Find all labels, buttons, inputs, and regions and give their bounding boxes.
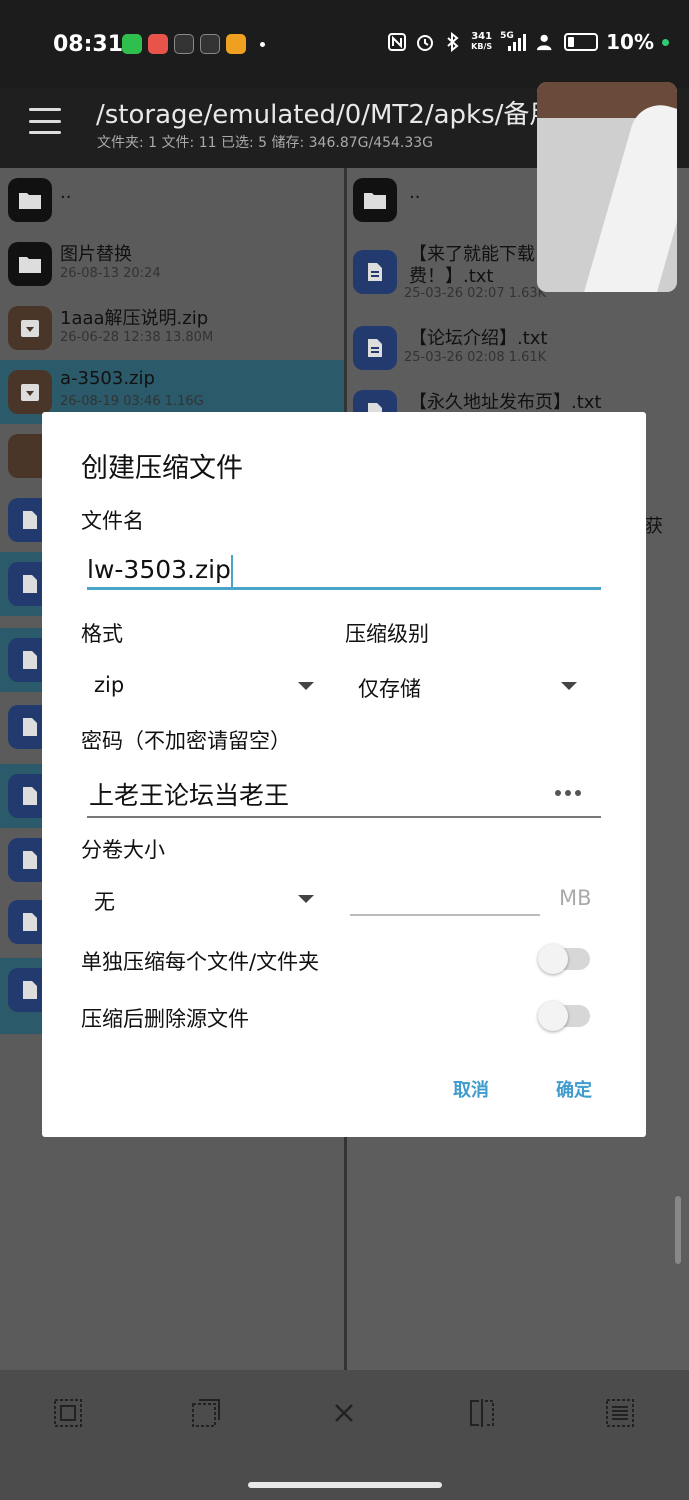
battery-percent: 10%: [606, 30, 654, 54]
format-select[interactable]: zip: [87, 667, 319, 705]
compression-level-value: 仅存储: [358, 677, 421, 701]
chevron-down-icon: [298, 895, 314, 903]
bluetooth-icon: [443, 31, 463, 53]
status-time: 08:31: [53, 32, 124, 57]
folder-icon: [8, 178, 52, 222]
password-value: 上老王论坛当老王: [89, 781, 290, 810]
file-name: ..: [60, 182, 72, 203]
file-name: 图片替换: [60, 244, 132, 265]
list-item[interactable]: 图片替换 26-08-13 20:24: [0, 232, 344, 296]
password-label: 密码（不加密请留空）: [81, 729, 291, 753]
notification-icons: [122, 34, 265, 54]
floating-window[interactable]: [537, 82, 677, 292]
list-select-icon[interactable]: [603, 1396, 637, 1430]
compress-each-toggle[interactable]: [538, 944, 590, 974]
file-meta: 26-06-28 12:38 13.80M: [60, 330, 214, 345]
redaction-mark: [557, 98, 677, 292]
archive-icon: [8, 306, 52, 350]
status-bar: 08:31 341 KB/S 5G 10%: [0, 0, 689, 88]
chevron-down-icon: [298, 682, 314, 690]
file-meta: 26-08-13 20:24: [60, 266, 161, 281]
hotspot-user-icon: [536, 31, 556, 53]
list-item[interactable]: ..: [0, 168, 344, 232]
list-item[interactable]: 【论坛介绍】.txt 25-03-26 02:08 1.61K: [347, 316, 689, 380]
scrollbar[interactable]: [675, 1196, 681, 1264]
system-icons: 341 KB/S 5G 10%: [387, 30, 669, 54]
list-item[interactable]: 1aaa解压说明.zip 26-06-28 12:38 13.80M: [0, 296, 344, 360]
invert-selection-icon[interactable]: [465, 1396, 499, 1430]
split-size-unit: MB: [559, 886, 592, 910]
battery-icon: [564, 33, 599, 51]
network-speed: 341 KB/S: [471, 32, 492, 52]
more-options-icon[interactable]: [555, 790, 581, 796]
file-name-line2: 费！】.txt: [409, 266, 494, 287]
format-label: 格式: [81, 622, 123, 646]
file-name: 【论坛介绍】.txt: [409, 328, 548, 349]
soul-icon: [174, 34, 194, 54]
file-name: ..: [409, 182, 421, 203]
network-speed-value: 341: [471, 31, 493, 42]
cellular-signal-icon: 5G: [500, 31, 528, 53]
wechat-icon: [122, 34, 142, 54]
current-path: /storage/emulated/0/MT2/apks/备用: [96, 100, 556, 130]
document-icon: [353, 250, 397, 294]
compression-level-select[interactable]: 仅存储: [351, 667, 583, 705]
split-size-label: 分卷大小: [81, 838, 165, 862]
file-meta: 25-03-26 02:07 1.63K: [404, 286, 547, 301]
compression-level-label: 压缩级别: [345, 622, 429, 646]
folder-icon: [353, 178, 397, 222]
app-notification-icon: [148, 34, 168, 54]
file-meta: 26-08-19 03:46 1.16G: [60, 394, 204, 409]
folder-icon: [8, 242, 52, 286]
compress-each-label: 单独压缩每个文件/文件夹: [81, 950, 320, 974]
network-speed-unit: KB/S: [471, 42, 493, 51]
home-indicator[interactable]: [248, 1482, 442, 1488]
split-size-select[interactable]: 无: [87, 880, 319, 918]
signal-label: 5G: [500, 31, 514, 41]
split-size-value: 无: [94, 890, 115, 914]
path-info: 文件夹: 1 文件: 11 已选: 5 储存: 346.87G/454.33G: [97, 135, 434, 151]
chevron-down-icon: [561, 682, 577, 690]
nfc-icon: [387, 31, 407, 53]
archive-icon: [8, 370, 52, 414]
menu-icon[interactable]: [29, 108, 61, 134]
ok-button[interactable]: 确定: [556, 1076, 592, 1102]
filename-label: 文件名: [81, 509, 144, 533]
file-meta: 25-03-26 02:08 1.61K: [404, 350, 547, 365]
text-cursor: [231, 555, 233, 587]
file-name: a-3503.zip: [60, 368, 155, 389]
dialog-title: 创建压缩文件: [81, 453, 243, 484]
delete-source-label: 压缩后删除源文件: [81, 1007, 249, 1031]
password-input[interactable]: 上老王论坛当老王: [87, 774, 601, 818]
filename-input[interactable]: [87, 552, 601, 590]
format-value: zip: [94, 673, 125, 697]
bottom-toolbar: [0, 1370, 689, 1500]
split-size-input[interactable]: [350, 914, 540, 916]
file-name: 【永久地址发布页】.txt: [409, 392, 602, 413]
file-name: 1aaa解压说明.zip: [60, 308, 209, 329]
file-name-fragment: 获: [645, 516, 663, 537]
alarm-icon: [415, 31, 435, 53]
select-all-icon[interactable]: [51, 1396, 85, 1430]
video-app-icon: [226, 34, 246, 54]
app-badge-icon: [200, 34, 220, 54]
cancel-button[interactable]: 取消: [453, 1076, 489, 1102]
privacy-indicator-icon: [662, 38, 669, 46]
create-archive-dialog: 创建压缩文件 文件名 格式 压缩级别 zip 仅存储 密码（不加密请留空） 上老…: [42, 412, 646, 1137]
select-range-icon[interactable]: [189, 1396, 223, 1430]
more-notifications-icon: [260, 41, 265, 47]
delete-source-toggle[interactable]: [538, 1001, 590, 1031]
close-icon[interactable]: [327, 1396, 361, 1430]
document-icon: [353, 326, 397, 370]
